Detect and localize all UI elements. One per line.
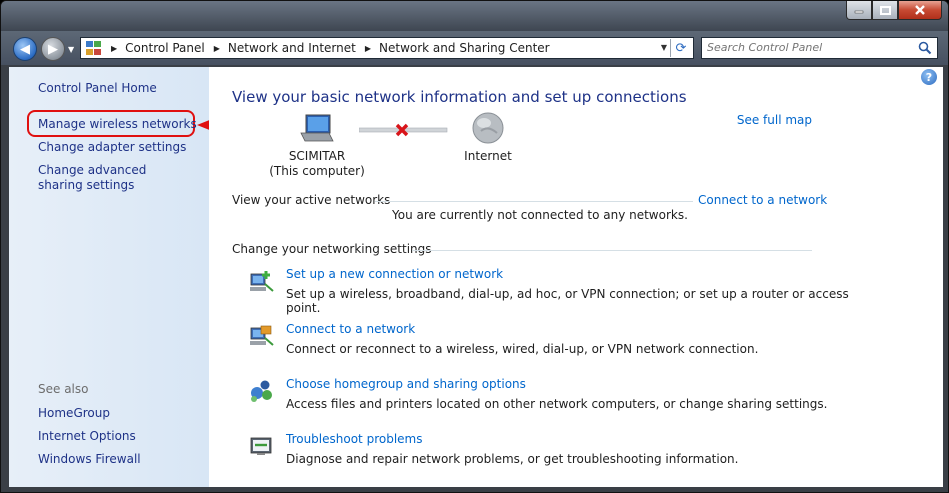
sidebar-change-adapter-settings[interactable]: Change adapter settings [38,140,186,155]
navigation-bar: ◀ ▶ ▼ ▶ Control Panel ▶ Network and Inte… [1,31,948,65]
task-description: Connect or reconnect to a wireless, wire… [286,342,759,356]
computer-icon[interactable] [299,113,335,143]
computer-sub-text: (This computer) [269,164,365,178]
caption-buttons [846,1,942,20]
maximize-button[interactable] [872,1,898,20]
troubleshoot-icon[interactable] [249,434,275,458]
setup-connection-icon[interactable] [249,269,275,293]
search-input[interactable] [707,41,907,54]
task-title[interactable]: Choose homegroup and sharing options [286,377,526,391]
minimize-button[interactable] [846,1,872,20]
address-dropdown-icon[interactable]: ▼ [661,43,667,52]
back-button[interactable]: ◀ [13,37,37,61]
task-homegroup-sharing: Choose homegroup and sharing options Acc… [249,377,869,421]
divider [412,250,812,251]
minimize-icon [854,10,864,14]
sidebar-manage-wireless-networks[interactable]: Manage wireless networks [38,117,197,132]
breadcrumb-network-and-internet[interactable]: Network and Internet [228,41,356,55]
search-box[interactable] [701,37,938,59]
forward-arrow-icon: ▶ [48,41,58,57]
task-title[interactable]: Set up a new connection or network [286,267,503,281]
breadcrumb-separator-icon[interactable]: ▶ [214,44,220,53]
computer-name-text: SCIMITAR [288,149,346,163]
breadcrumb-control-panel[interactable]: Control Panel [125,41,205,55]
task-description: Access files and printers located on oth… [286,397,828,411]
task-title[interactable]: Connect to a network [286,322,415,336]
breadcrumb-separator-icon[interactable]: ▶ [111,44,117,53]
connect-network-icon[interactable] [249,324,275,348]
help-icon[interactable]: ? [921,69,937,85]
recent-pages-dropdown-icon[interactable]: ▼ [68,45,74,54]
task-title[interactable]: Troubleshoot problems [286,432,422,446]
sidebar-change-advanced-sharing-settings[interactable]: Change advanced sharing settings [38,163,188,193]
task-connect-network: Connect to a network Connect or reconnec… [249,322,869,366]
disconnected-x-icon[interactable] [394,122,410,138]
window-bottom-border [9,487,943,492]
computer-name-label: SCIMITAR (This computer) [267,149,367,179]
sidebar-internet-options[interactable]: Internet Options [38,429,136,444]
active-networks-title: View your active networks [232,193,391,207]
network-sharing-center-window: ◀ ▶ ▼ ▶ Control Panel ▶ Network and Inte… [0,0,949,493]
breadcrumb: ▶ Control Panel ▶ Network and Internet ▶… [102,41,550,55]
sidebar-control-panel-home[interactable]: Control Panel Home [38,81,157,96]
task-description: Diagnose and repair network problems, or… [286,452,739,466]
sidebar: Control Panel Home Manage wireless netwo… [9,67,209,487]
connect-to-network-link[interactable]: Connect to a network [698,193,827,207]
sidebar-homegroup[interactable]: HomeGroup [38,406,110,421]
refresh-icon[interactable]: ⟳ [670,39,691,57]
address-bar[interactable]: ▶ Control Panel ▶ Network and Internet ▶… [80,37,694,59]
homegroup-icon[interactable] [249,379,275,403]
search-icon[interactable] [918,41,932,55]
forward-button[interactable]: ▶ [41,37,65,61]
sidebar-windows-firewall[interactable]: Windows Firewall [38,452,141,467]
page-title: View your basic network information and … [232,88,687,106]
close-icon [915,5,925,15]
internet-label: Internet [464,149,512,163]
back-arrow-icon: ◀ [20,41,30,57]
task-description: Set up a wireless, broadband, dial-up, a… [286,287,849,315]
task-setup-connection: Set up a new connection or network Set u… [249,267,869,315]
breadcrumb-network-and-sharing-center[interactable]: Network and Sharing Center [379,41,550,55]
not-connected-message: You are currently not connected to any n… [392,208,688,222]
main-content: ? View your basic network information an… [209,67,943,487]
networking-settings-title: Change your networking settings [232,242,432,256]
globe-icon[interactable] [471,111,505,145]
task-troubleshoot: Troubleshoot problems Diagnose and repai… [249,432,869,476]
breadcrumb-separator-icon[interactable]: ▶ [365,44,371,53]
title-bar[interactable] [1,1,948,31]
divider [375,201,693,202]
control-panel-icon [86,41,102,55]
close-button[interactable] [898,1,942,20]
network-map: SCIMITAR (This computer) Internet [209,111,943,181]
maximize-icon [879,5,891,15]
see-also-heading: See also [38,382,89,396]
